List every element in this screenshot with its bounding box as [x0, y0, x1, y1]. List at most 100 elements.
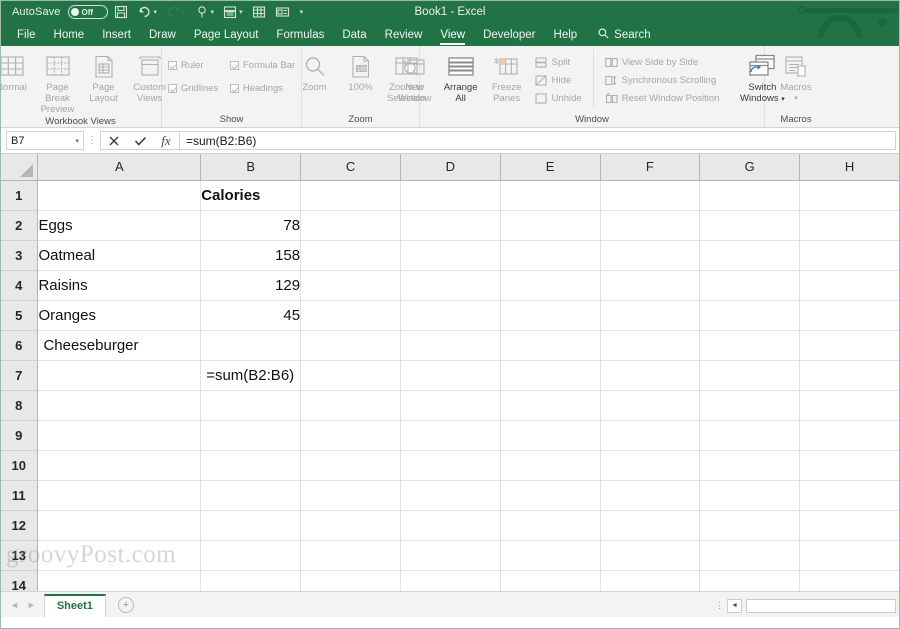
- cell-E1[interactable]: [500, 180, 601, 211]
- customize-qat-icon[interactable]: ▾: [300, 8, 307, 16]
- tab-data[interactable]: Data: [333, 26, 375, 46]
- name-box[interactable]: B7 ▾: [6, 131, 84, 150]
- cell-E12[interactable]: [500, 510, 601, 541]
- cell-F5[interactable]: [600, 300, 701, 331]
- cell-B6[interactable]: [200, 330, 302, 361]
- page-break-preview-button[interactable]: Page Break Preview: [35, 49, 81, 115]
- next-sheet-button[interactable]: ►: [27, 600, 36, 610]
- cell-B13[interactable]: [200, 540, 302, 571]
- quick-print-icon[interactable]: [219, 2, 241, 22]
- tab-developer[interactable]: Developer: [474, 26, 544, 46]
- cell-C12[interactable]: [300, 510, 401, 541]
- cell-E5[interactable]: [500, 300, 601, 331]
- quick-print-caret-icon[interactable]: ▾: [239, 8, 246, 16]
- touch-mode-caret-icon[interactable]: ▾: [211, 8, 218, 16]
- cell-C14[interactable]: [300, 570, 401, 591]
- cell-A8[interactable]: [37, 390, 202, 421]
- cell-G14[interactable]: [699, 570, 801, 591]
- cell-H6[interactable]: [799, 330, 900, 361]
- cell-H4[interactable]: [799, 270, 900, 301]
- cell-H1[interactable]: [799, 180, 900, 211]
- cell-A14[interactable]: [37, 570, 202, 591]
- synchronous-scrolling-button[interactable]: Synchronous Scrolling: [602, 72, 723, 89]
- cell-D2[interactable]: [400, 210, 501, 241]
- cell-G13[interactable]: [699, 540, 801, 571]
- column-header-g[interactable]: G: [699, 154, 801, 181]
- cell-A11[interactable]: [37, 480, 202, 511]
- cell-F8[interactable]: [600, 390, 701, 421]
- add-sheet-button[interactable]: +: [117, 596, 134, 613]
- tab-help[interactable]: Help: [545, 26, 587, 46]
- cell-A7[interactable]: [37, 360, 202, 391]
- cell-C5[interactable]: [300, 300, 401, 331]
- select-all-button[interactable]: [0, 154, 39, 181]
- cell-G7[interactable]: [699, 360, 801, 391]
- formula-bar-grip[interactable]: ⋮: [84, 135, 100, 146]
- touch-mode-icon[interactable]: [191, 2, 213, 22]
- cell-F3[interactable]: [600, 240, 701, 271]
- cell-H3[interactable]: [799, 240, 900, 271]
- cell-D7[interactable]: [400, 360, 501, 391]
- cell-E4[interactable]: [500, 270, 601, 301]
- cell-A3[interactable]: Oatmeal: [37, 240, 202, 271]
- cell-C4[interactable]: [300, 270, 401, 301]
- cell-G10[interactable]: [699, 450, 801, 481]
- cell-F9[interactable]: [600, 420, 701, 451]
- cell-B4[interactable]: 129: [200, 270, 302, 301]
- cell-D14[interactable]: [400, 570, 501, 591]
- row-header-3[interactable]: 3: [0, 240, 39, 271]
- column-header-c[interactable]: C: [300, 154, 401, 181]
- formula-input[interactable]: =sum(B2:B6): [179, 131, 896, 150]
- reset-window-position-button[interactable]: Reset Window Position: [602, 90, 723, 107]
- save-icon[interactable]: [110, 2, 132, 22]
- cell-C10[interactable]: [300, 450, 401, 481]
- horizontal-scrollbar[interactable]: ⋮⋮ ◄: [715, 598, 896, 613]
- cell-G1[interactable]: [699, 180, 801, 211]
- zoom-button[interactable]: Zoom: [292, 49, 338, 93]
- column-header-d[interactable]: D: [400, 154, 501, 181]
- cell-D13[interactable]: [400, 540, 501, 571]
- tab-file[interactable]: File: [8, 26, 45, 46]
- cell-C9[interactable]: [300, 420, 401, 451]
- scroll-left-button[interactable]: ◄: [727, 598, 742, 613]
- cell-D6[interactable]: [400, 330, 501, 361]
- tab-draw[interactable]: Draw: [140, 26, 185, 46]
- cell-A10[interactable]: [37, 450, 202, 481]
- tab-review[interactable]: Review: [376, 26, 432, 46]
- cell-B3[interactable]: 158: [200, 240, 302, 271]
- cell-D8[interactable]: [400, 390, 501, 421]
- row-header-12[interactable]: 12: [0, 510, 39, 541]
- cell-G11[interactable]: [699, 480, 801, 511]
- cell-D12[interactable]: [400, 510, 501, 541]
- cell-C8[interactable]: [300, 390, 401, 421]
- cell-D1[interactable]: [400, 180, 501, 211]
- cell-C11[interactable]: [300, 480, 401, 511]
- cell-E8[interactable]: [500, 390, 601, 421]
- cell-B2[interactable]: 78: [200, 210, 302, 241]
- zoom-100-button[interactable]: 100 100%: [338, 49, 384, 93]
- cell-A2[interactable]: Eggs: [37, 210, 202, 241]
- cell-B14[interactable]: [200, 570, 302, 591]
- row-header-10[interactable]: 10: [0, 450, 39, 481]
- sheet-tab-sheet1[interactable]: Sheet1: [43, 594, 106, 617]
- cell-H8[interactable]: [799, 390, 900, 421]
- cell-G9[interactable]: [699, 420, 801, 451]
- undo-icon[interactable]: [134, 2, 156, 22]
- cell-E13[interactable]: [500, 540, 601, 571]
- tab-formulas[interactable]: Formulas: [267, 26, 333, 46]
- autosave-toggle[interactable]: Off: [67, 5, 108, 19]
- cell-H12[interactable]: [799, 510, 900, 541]
- row-header-5[interactable]: 5: [0, 300, 39, 331]
- split-button[interactable]: Split: [532, 54, 585, 71]
- arrange-all-button[interactable]: Arrange All: [438, 49, 484, 104]
- row-header-2[interactable]: 2: [0, 210, 39, 241]
- cell-C7[interactable]: [300, 360, 401, 391]
- cell-D10[interactable]: [400, 450, 501, 481]
- cell-H5[interactable]: [799, 300, 900, 331]
- cancel-icon[interactable]: [101, 132, 127, 149]
- cell-G2[interactable]: [699, 210, 801, 241]
- cell-C1[interactable]: [300, 180, 401, 211]
- cell-G6[interactable]: [699, 330, 801, 361]
- cell-D5[interactable]: [400, 300, 501, 331]
- cell-E7[interactable]: [500, 360, 601, 391]
